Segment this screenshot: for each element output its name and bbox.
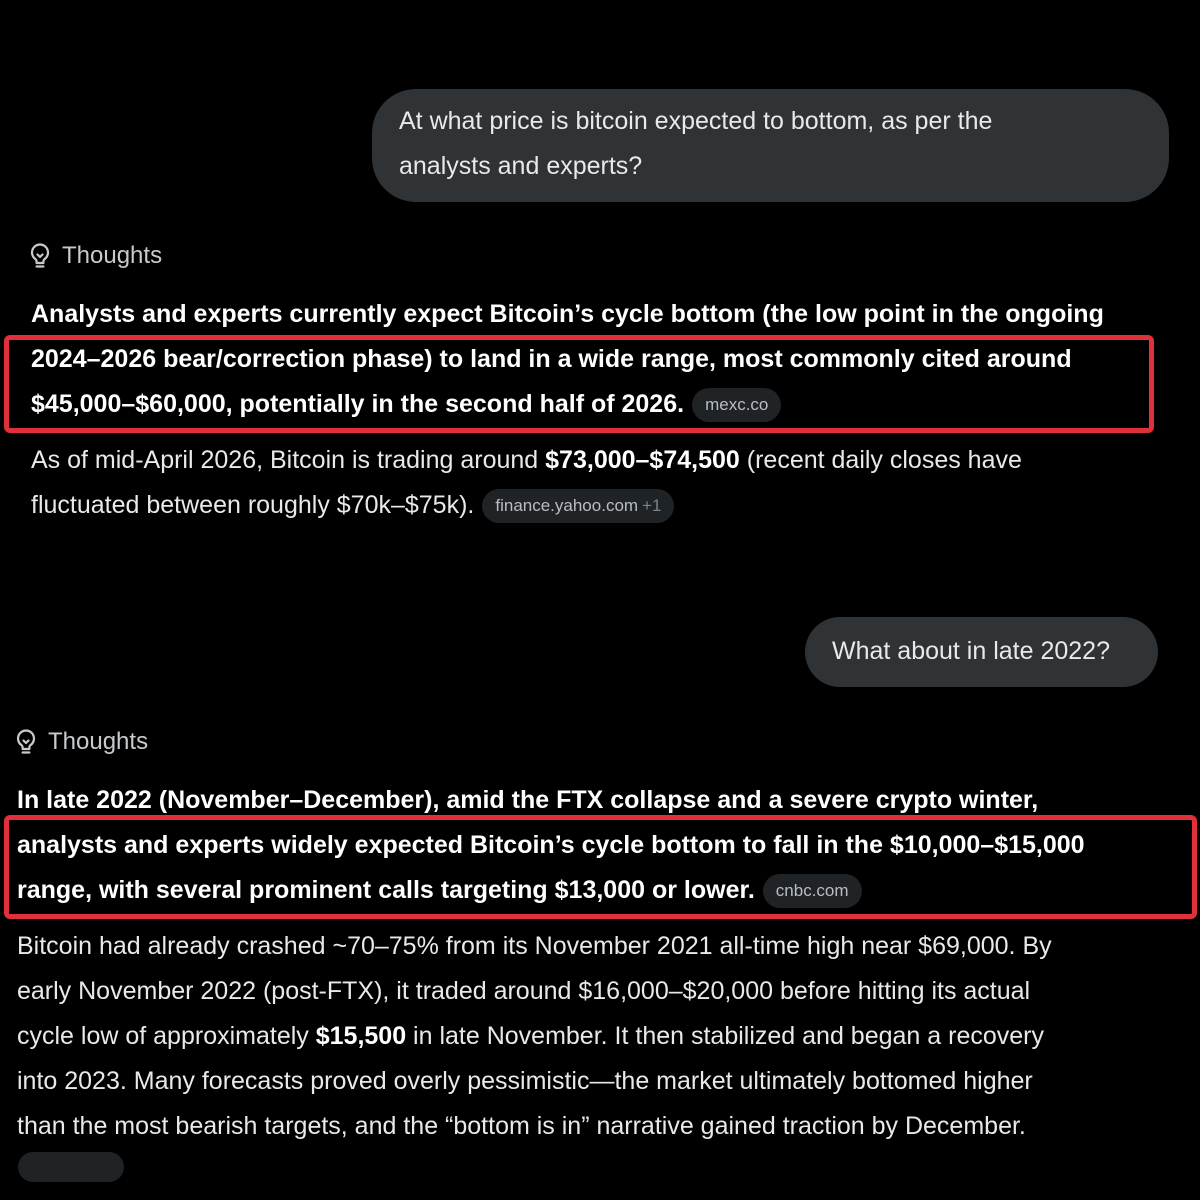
summary-line: Analysts and experts currently expect Bi… — [31, 300, 1104, 328]
detail-text: As of mid-April 2026, Bitcoin is trading… — [31, 446, 546, 474]
detail-text: into 2023. Many forecasts proved overly … — [17, 1067, 1033, 1095]
answer-detail: Bitcoin had already crashed ~70–75% from… — [17, 924, 1187, 1149]
thoughts-toggle[interactable]: Thoughts — [14, 728, 148, 756]
source-chip-count: +1 — [642, 496, 662, 515]
highlight-box — [4, 815, 1197, 919]
user-message-bubble: At what price is bitcoin expected to bot… — [372, 89, 1169, 202]
user-message-line: At what price is bitcoin expected to bot… — [399, 107, 993, 135]
detail-text: cycle low of approximately — [17, 1022, 316, 1050]
detail-text: in late November. It then stabilized and… — [406, 1022, 1044, 1050]
user-message-bubble: What about in late 2022? — [805, 617, 1158, 687]
thoughts-label: Thoughts — [62, 242, 163, 269]
user-message-line: What about in late 2022? — [832, 637, 1110, 665]
source-chip-label: finance.yahoo.com — [495, 496, 639, 515]
source-chip[interactable] — [18, 1152, 124, 1182]
thoughts-label: Thoughts — [48, 728, 149, 755]
detail-text: than the most bearish targets, and the “… — [17, 1112, 1026, 1140]
answer-detail: As of mid-April 2026, Bitcoin is trading… — [31, 438, 1181, 528]
detail-text: early November 2022 (post-FTX), it trade… — [17, 977, 1031, 1005]
user-message-line: analysts and experts? — [399, 152, 643, 180]
source-chip[interactable]: finance.yahoo.com +1 — [482, 489, 675, 523]
lightbulb-icon — [28, 242, 52, 270]
lightbulb-icon — [14, 728, 38, 756]
detail-price: $15,500 — [315, 1022, 407, 1050]
detail-text: Bitcoin had already crashed ~70–75% from… — [17, 932, 1052, 960]
detail-price: $73,000–$74,500 — [545, 446, 740, 474]
highlight-box — [4, 335, 1154, 433]
thoughts-toggle[interactable]: Thoughts — [28, 242, 162, 270]
detail-text: (recent daily closes have — [739, 446, 1022, 474]
detail-text: fluctuated between roughly $70k–$75k). — [31, 491, 475, 519]
